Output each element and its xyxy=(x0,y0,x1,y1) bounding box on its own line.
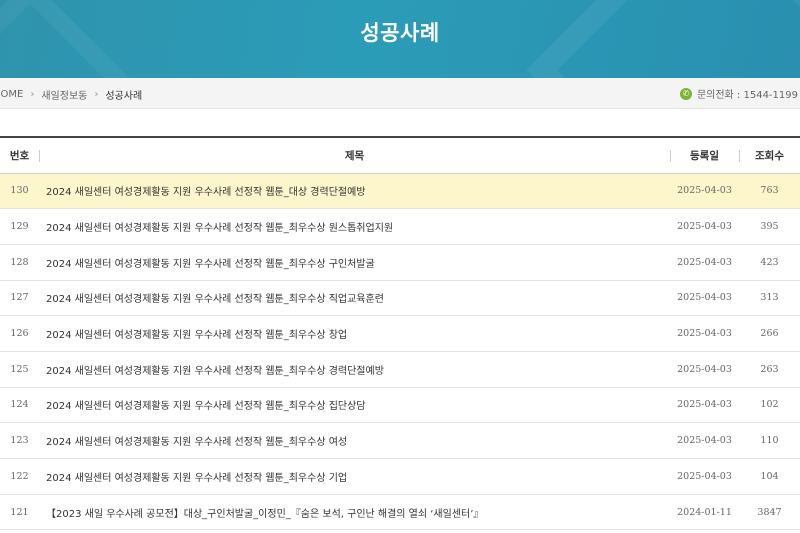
row-date: 2025-04-03 xyxy=(670,280,739,317)
breadcrumb-bar: HOME › 새일정보동 › 성공사례 ✆ 문의전화 : 1544-1199 xyxy=(0,78,800,109)
breadcrumb-home-link[interactable]: HOME xyxy=(0,89,23,100)
row-number: 125 xyxy=(0,351,39,388)
row-number: 122 xyxy=(0,458,39,495)
row-views: 104 xyxy=(739,458,800,495)
row-title-link[interactable]: 2024 새일센터 여성경제활동 지원 우수사례 선정작 웹툰_최우수상 여성 xyxy=(39,422,670,459)
table-row[interactable]: 129 2024 새일센터 여성경제활동 지원 우수사례 선정작 웹툰_최우수상 … xyxy=(0,208,800,245)
post-list-table: 번호 제목 등록일 조회수 130 2024 새일센터 여성경제활동 지원 우수사… xyxy=(0,136,800,531)
page-banner: 성공사례 xyxy=(0,0,800,78)
contact-phone-label: 문의전화 : 1544-1199 xyxy=(696,90,798,101)
breadcrumb-separator: › xyxy=(94,89,99,100)
row-views: 110 xyxy=(739,422,800,459)
table-row[interactable]: 127 2024 새일센터 여성경제활동 지원 우수사례 선정작 웹툰_최우수상 … xyxy=(0,280,800,317)
contact-phone: ✆ 문의전화 : 1544-1199 xyxy=(679,86,798,101)
table-row[interactable]: 121 【2023 새일 우수사례 공모전】대상_구인처발굴_이정민_『숨은 보석… xyxy=(0,494,800,531)
breadcrumb-current: 성공사례 xyxy=(105,91,143,102)
row-date: 2025-04-03 xyxy=(670,422,739,459)
row-number: 126 xyxy=(0,315,39,352)
breadcrumb-level1-link[interactable]: 새일정보동 xyxy=(41,87,87,102)
row-date: 2025-04-03 xyxy=(670,351,739,388)
column-header-views: 조회수 xyxy=(739,137,800,174)
table-header-row: 번호 제목 등록일 조회수 xyxy=(0,137,800,174)
row-number: 123 xyxy=(0,422,39,459)
row-number: 121 xyxy=(0,494,39,531)
table-row[interactable]: 125 2024 새일센터 여성경제활동 지원 우수사례 선정작 웹툰_최우수상 … xyxy=(0,351,800,388)
column-header-date: 등록일 xyxy=(670,137,739,174)
row-number: 124 xyxy=(0,387,39,424)
row-number: 128 xyxy=(0,244,39,281)
row-title-link[interactable]: 2024 새일센터 여성경제활동 지원 우수사례 선정작 웹툰_최우수상 구인처… xyxy=(39,244,670,281)
row-views: 3847 xyxy=(739,494,800,531)
row-views: 395 xyxy=(739,208,800,245)
row-title-link[interactable]: 2024 새일센터 여성경제활동 지원 우수사례 선정작 웹툰_최우수상 집단상… xyxy=(39,387,670,424)
row-number: 129 xyxy=(0,208,39,245)
row-title-link[interactable]: 2024 새일센터 여성경제활동 지원 우수사례 선정작 웹툰_최우수상 기업 xyxy=(39,458,670,495)
row-views: 423 xyxy=(739,244,800,281)
row-title-link[interactable]: 【2023 새일 우수사례 공모전】대상_구인처발굴_이정민_『숨은 보석, 구… xyxy=(39,494,670,531)
row-number: 130 xyxy=(0,173,39,210)
row-title-link[interactable]: 2024 새일센터 여성경제활동 지원 우수사례 선정작 웹툰_최우수상 직업교… xyxy=(39,280,670,317)
row-date: 2025-04-03 xyxy=(670,244,739,281)
table-row[interactable]: 130 2024 새일센터 여성경제활동 지원 우수사례 선정작 웹툰_대상 경력… xyxy=(0,173,800,210)
table-row[interactable]: 128 2024 새일센터 여성경제활동 지원 우수사례 선정작 웹툰_최우수상 … xyxy=(0,244,800,281)
breadcrumb-separator: › xyxy=(30,89,35,100)
table-row[interactable]: 124 2024 새일센터 여성경제활동 지원 우수사례 선정작 웹툰_최우수상 … xyxy=(0,387,800,424)
row-title-link[interactable]: 2024 새일센터 여성경제활동 지원 우수사례 선정작 웹툰_최우수상 원스톱… xyxy=(39,208,670,245)
row-views: 313 xyxy=(739,280,800,317)
table-row[interactable]: 123 2024 새일센터 여성경제활동 지원 우수사례 선정작 웹툰_최우수상 … xyxy=(0,422,800,459)
column-header-num: 번호 xyxy=(0,137,39,174)
row-date: 2024-01-11 xyxy=(670,494,739,531)
row-date: 2025-04-03 xyxy=(670,173,739,210)
breadcrumb: HOME › 새일정보동 › 성공사례 xyxy=(0,87,142,102)
row-date: 2025-04-03 xyxy=(670,458,739,495)
row-views: 266 xyxy=(739,315,800,352)
row-date: 2025-04-03 xyxy=(670,208,739,245)
row-date: 2025-04-03 xyxy=(670,315,739,352)
phone-icon: ✆ xyxy=(679,87,692,100)
row-views: 263 xyxy=(739,351,800,388)
table-row[interactable]: 126 2024 새일센터 여성경제활동 지원 우수사례 선정작 웹툰_최우수상 … xyxy=(0,315,800,352)
column-header-title: 제목 xyxy=(39,137,670,174)
row-title-link[interactable]: 2024 새일센터 여성경제활동 지원 우수사례 선정작 웹툰_최우수상 경력단… xyxy=(39,351,670,388)
row-title-link[interactable]: 2024 새일센터 여성경제활동 지원 우수사례 선정작 웹툰_대상 경력단절예… xyxy=(39,173,670,210)
row-title-link[interactable]: 2024 새일센터 여성경제활동 지원 우수사례 선정작 웹툰_최우수상 창업 xyxy=(39,315,670,352)
table-row[interactable]: 122 2024 새일센터 여성경제활동 지원 우수사례 선정작 웹툰_최우수상 … xyxy=(0,458,800,495)
row-date: 2025-04-03 xyxy=(670,387,739,424)
page-title: 성공사례 xyxy=(360,21,440,45)
row-views: 763 xyxy=(739,173,800,210)
row-views: 102 xyxy=(739,387,800,424)
row-number: 127 xyxy=(0,280,39,317)
